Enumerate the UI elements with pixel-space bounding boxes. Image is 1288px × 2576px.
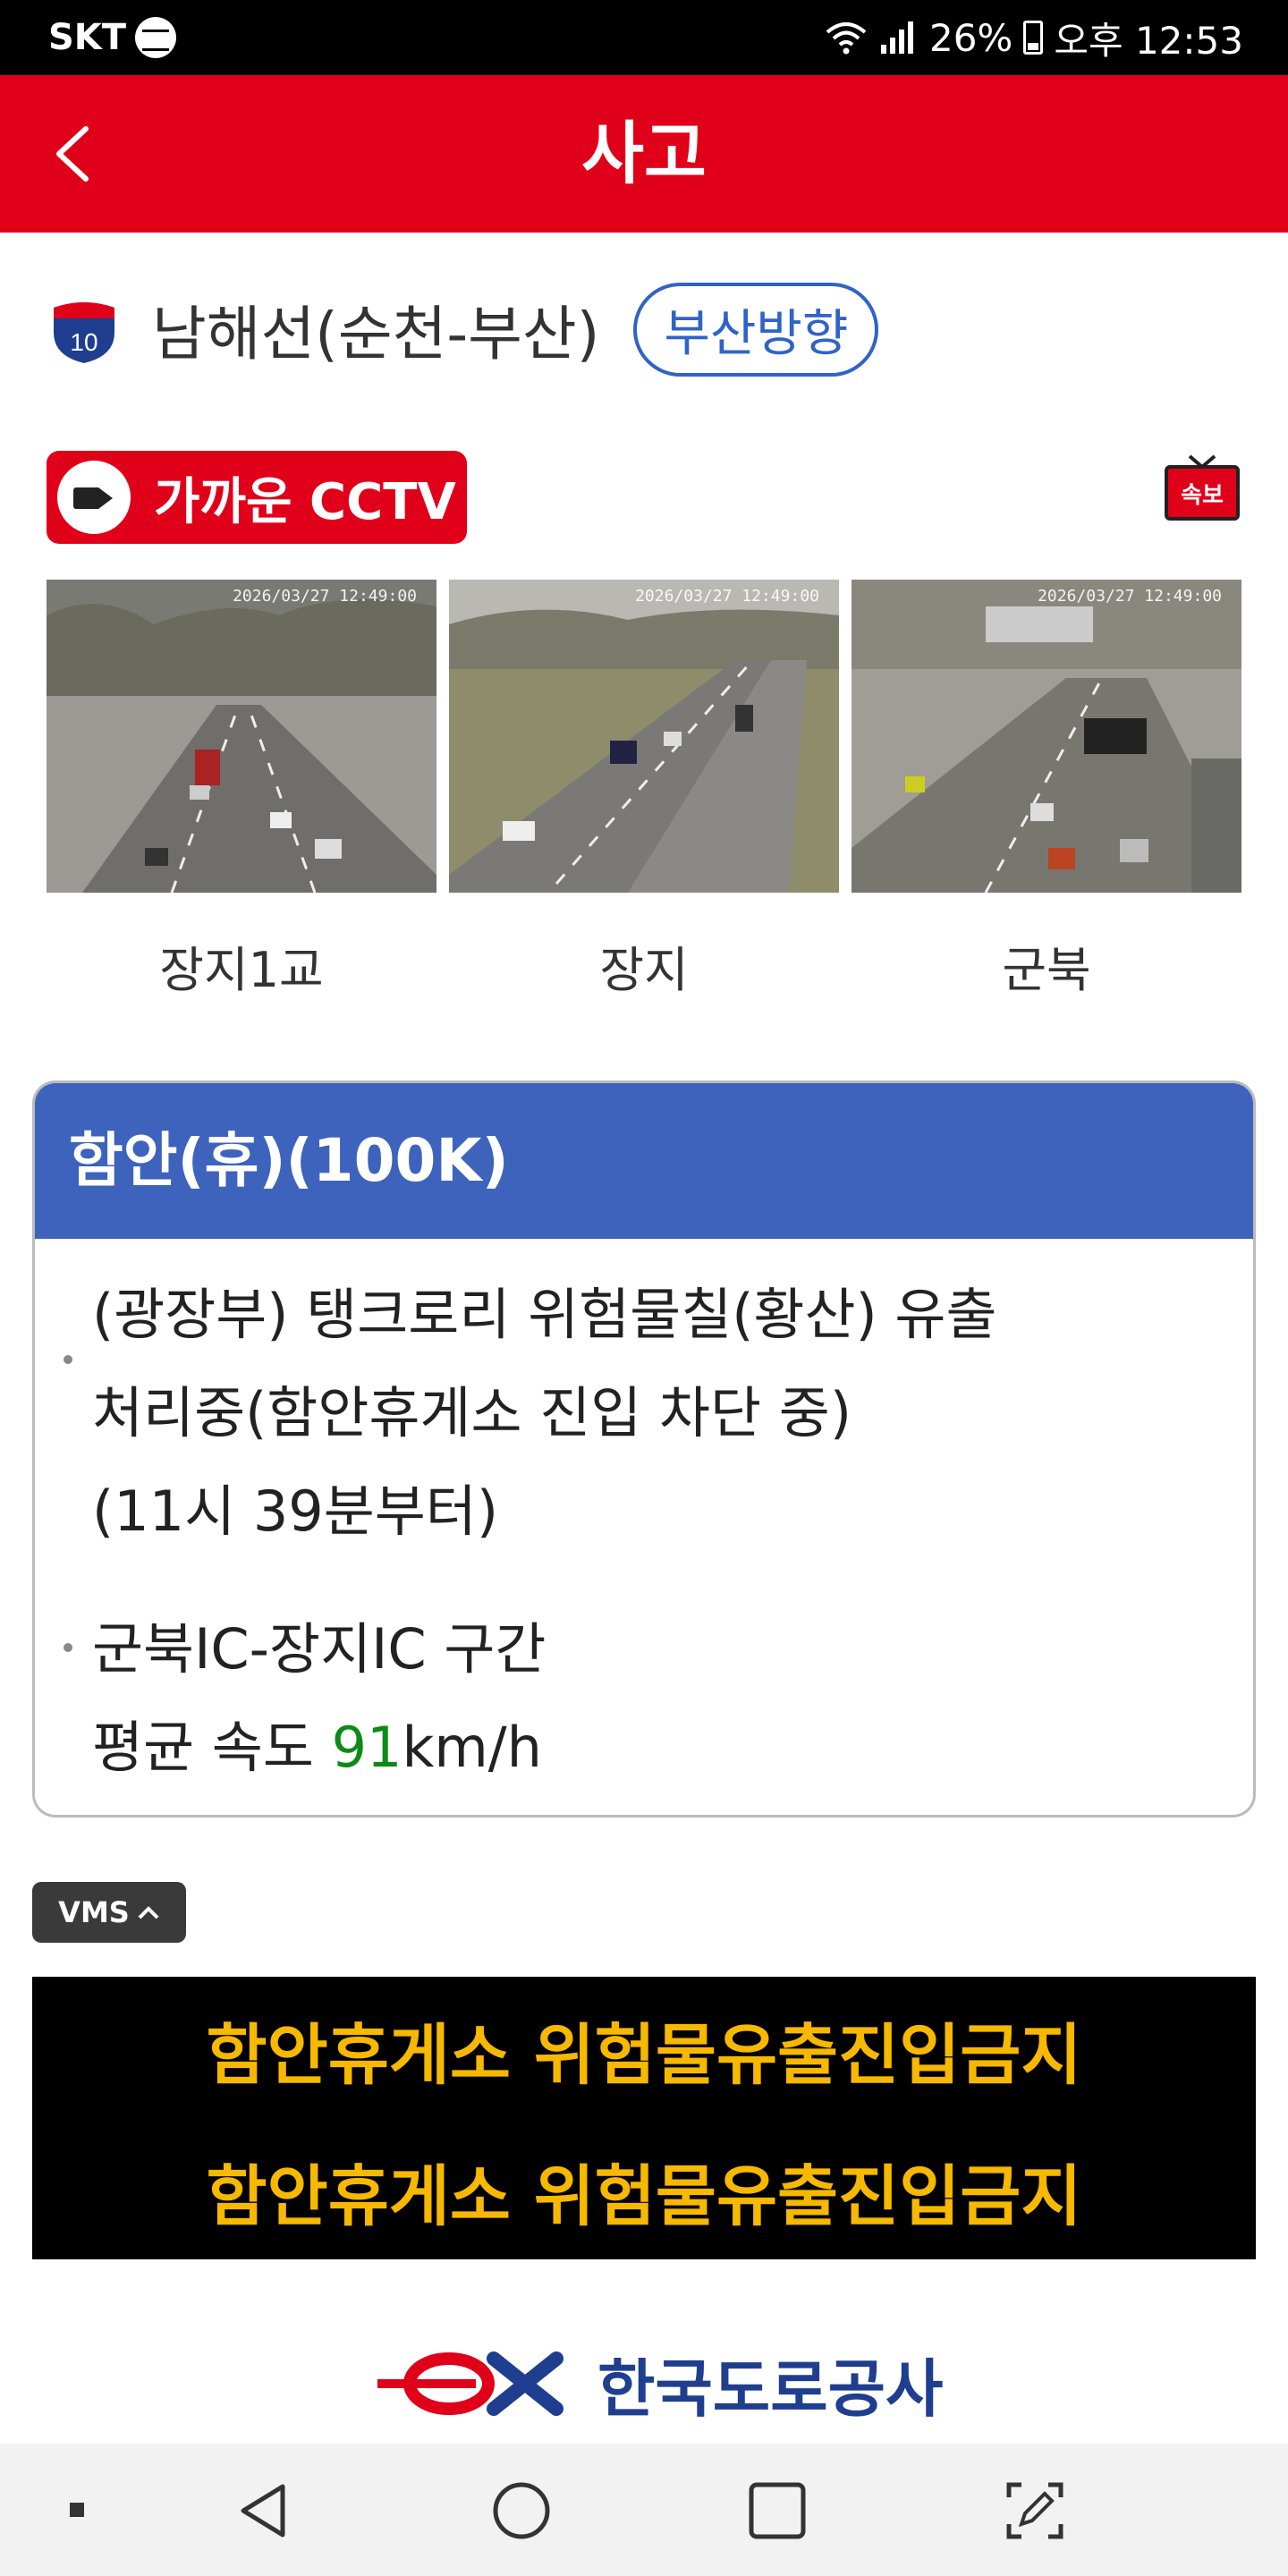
route-shield-icon: 10: [54, 302, 114, 363]
app-header: 사고: [0, 75, 1288, 233]
nearby-cctv-text: 가까운 CCTV: [154, 472, 456, 531]
cctv-image-3: [852, 580, 1241, 893]
korea-expressway-logo: 한국도로공사: [369, 2336, 943, 2431]
cctv-thumbnail-2[interactable]: 2026/03/27 12:49:00: [449, 580, 839, 893]
battery-percent: 26%: [928, 15, 1013, 60]
breaking-badge-text: 속보: [1181, 482, 1224, 509]
recents-square-icon[interactable]: [746, 2479, 809, 2542]
incident-location: 함안(휴)(100K): [35, 1083, 1253, 1239]
route-info: 10 남해선(순천-부산) 부산방향: [48, 282, 879, 377]
battery-icon: [1023, 21, 1044, 55]
vms-toggle-button[interactable]: VMS: [32, 1882, 186, 1943]
incident-detail-line: (광장부) 탱크로리 위험물칠(황산) 유출: [92, 1282, 997, 1347]
cctv-thumbnail-1[interactable]: 2026/03/27 12:49:00: [47, 580, 436, 893]
status-bar: SKT 26% 오후 12:53: [0, 0, 1288, 75]
incident-detail-line: 처리중(함안휴게소 진입 차단 중): [92, 1380, 852, 1445]
dot-icon[interactable]: [64, 2497, 89, 2522]
route-name: 남해선(순천-부산): [152, 300, 600, 369]
bullet-icon: [64, 1643, 72, 1652]
bullet-icon: [64, 1355, 72, 1364]
signal-icon: [880, 21, 913, 54]
cctv-thumbnail-3[interactable]: 2026/03/27 12:49:00: [852, 580, 1241, 893]
wifi-icon: [826, 22, 867, 55]
route-shield-number: 10: [70, 328, 97, 356]
back-triangle-icon[interactable]: [234, 2479, 297, 2542]
vms-board: 함안휴게소 위험물유출진입금지 함안휴게소 위험물유출진입금지: [32, 1977, 1256, 2259]
incident-detail: (광장부) 탱크로리 위험물칠(황산) 유출 처리중(함안휴게소 진입 차단 중…: [92, 1266, 996, 1561]
speed-unit: km/h: [402, 1715, 542, 1780]
section-line: 군북IC-장지IC 구간: [92, 1616, 547, 1682]
chevron-up-icon: [138, 1906, 159, 1919]
cctv-image-1: [47, 580, 436, 893]
speed-prefix: 평균 속도: [92, 1715, 332, 1780]
nearby-cctv-label: 가까운 CCTV: [47, 451, 467, 544]
vms-toggle-label: VMS: [58, 1895, 130, 1929]
cctv-image-2: [449, 580, 839, 893]
direction-badge[interactable]: 부산방향: [633, 282, 879, 377]
clock: 오후 12:53: [1054, 18, 1243, 63]
android-nav-bar: [0, 2444, 1288, 2576]
cctv-timestamp: 2026/03/27 12:49:00: [1038, 587, 1222, 606]
video-camera-icon: [50, 453, 138, 541]
cctv-label-3[interactable]: 군북: [852, 930, 1241, 1001]
speed-value: 91: [331, 1715, 402, 1780]
tworld-icon: [135, 17, 177, 58]
edit-screenshot-icon[interactable]: [1004, 2479, 1066, 2542]
breaking-news-tv-icon[interactable]: 속보: [1165, 453, 1240, 521]
vms-line-2: 함안휴게소 위험물유출진입금지: [206, 2158, 1082, 2235]
cctv-timestamp: 2026/03/27 12:49:00: [233, 587, 417, 606]
status-icons: 26% 오후 12:53: [824, 11, 1243, 65]
incident-detail-line: (11시 39분부터): [92, 1479, 499, 1544]
section-speed-info: 군북IC-장지IC 구간 평균 속도 91km/h: [92, 1600, 546, 1797]
cctv-label-2[interactable]: 장지: [449, 930, 839, 1001]
cctv-label-1[interactable]: 장지1교: [47, 930, 436, 1001]
average-speed-line: 평균 속도 91km/h: [92, 1699, 546, 1797]
org-name: 한국도로공사: [597, 2351, 944, 2426]
cctv-timestamp: 2026/03/27 12:49:00: [635, 587, 819, 606]
incident-card: 함안(휴)(100K) (광장부) 탱크로리 위험물칠(황산) 유출 처리중(함…: [32, 1080, 1256, 1818]
page-title: 사고: [581, 114, 707, 193]
home-circle-icon[interactable]: [490, 2479, 553, 2542]
carrier-label: SKT: [48, 17, 127, 58]
ex-logo-icon: [377, 2351, 564, 2416]
vms-line-1: 함안휴게소 위험물유출진입금지: [206, 2017, 1082, 2094]
